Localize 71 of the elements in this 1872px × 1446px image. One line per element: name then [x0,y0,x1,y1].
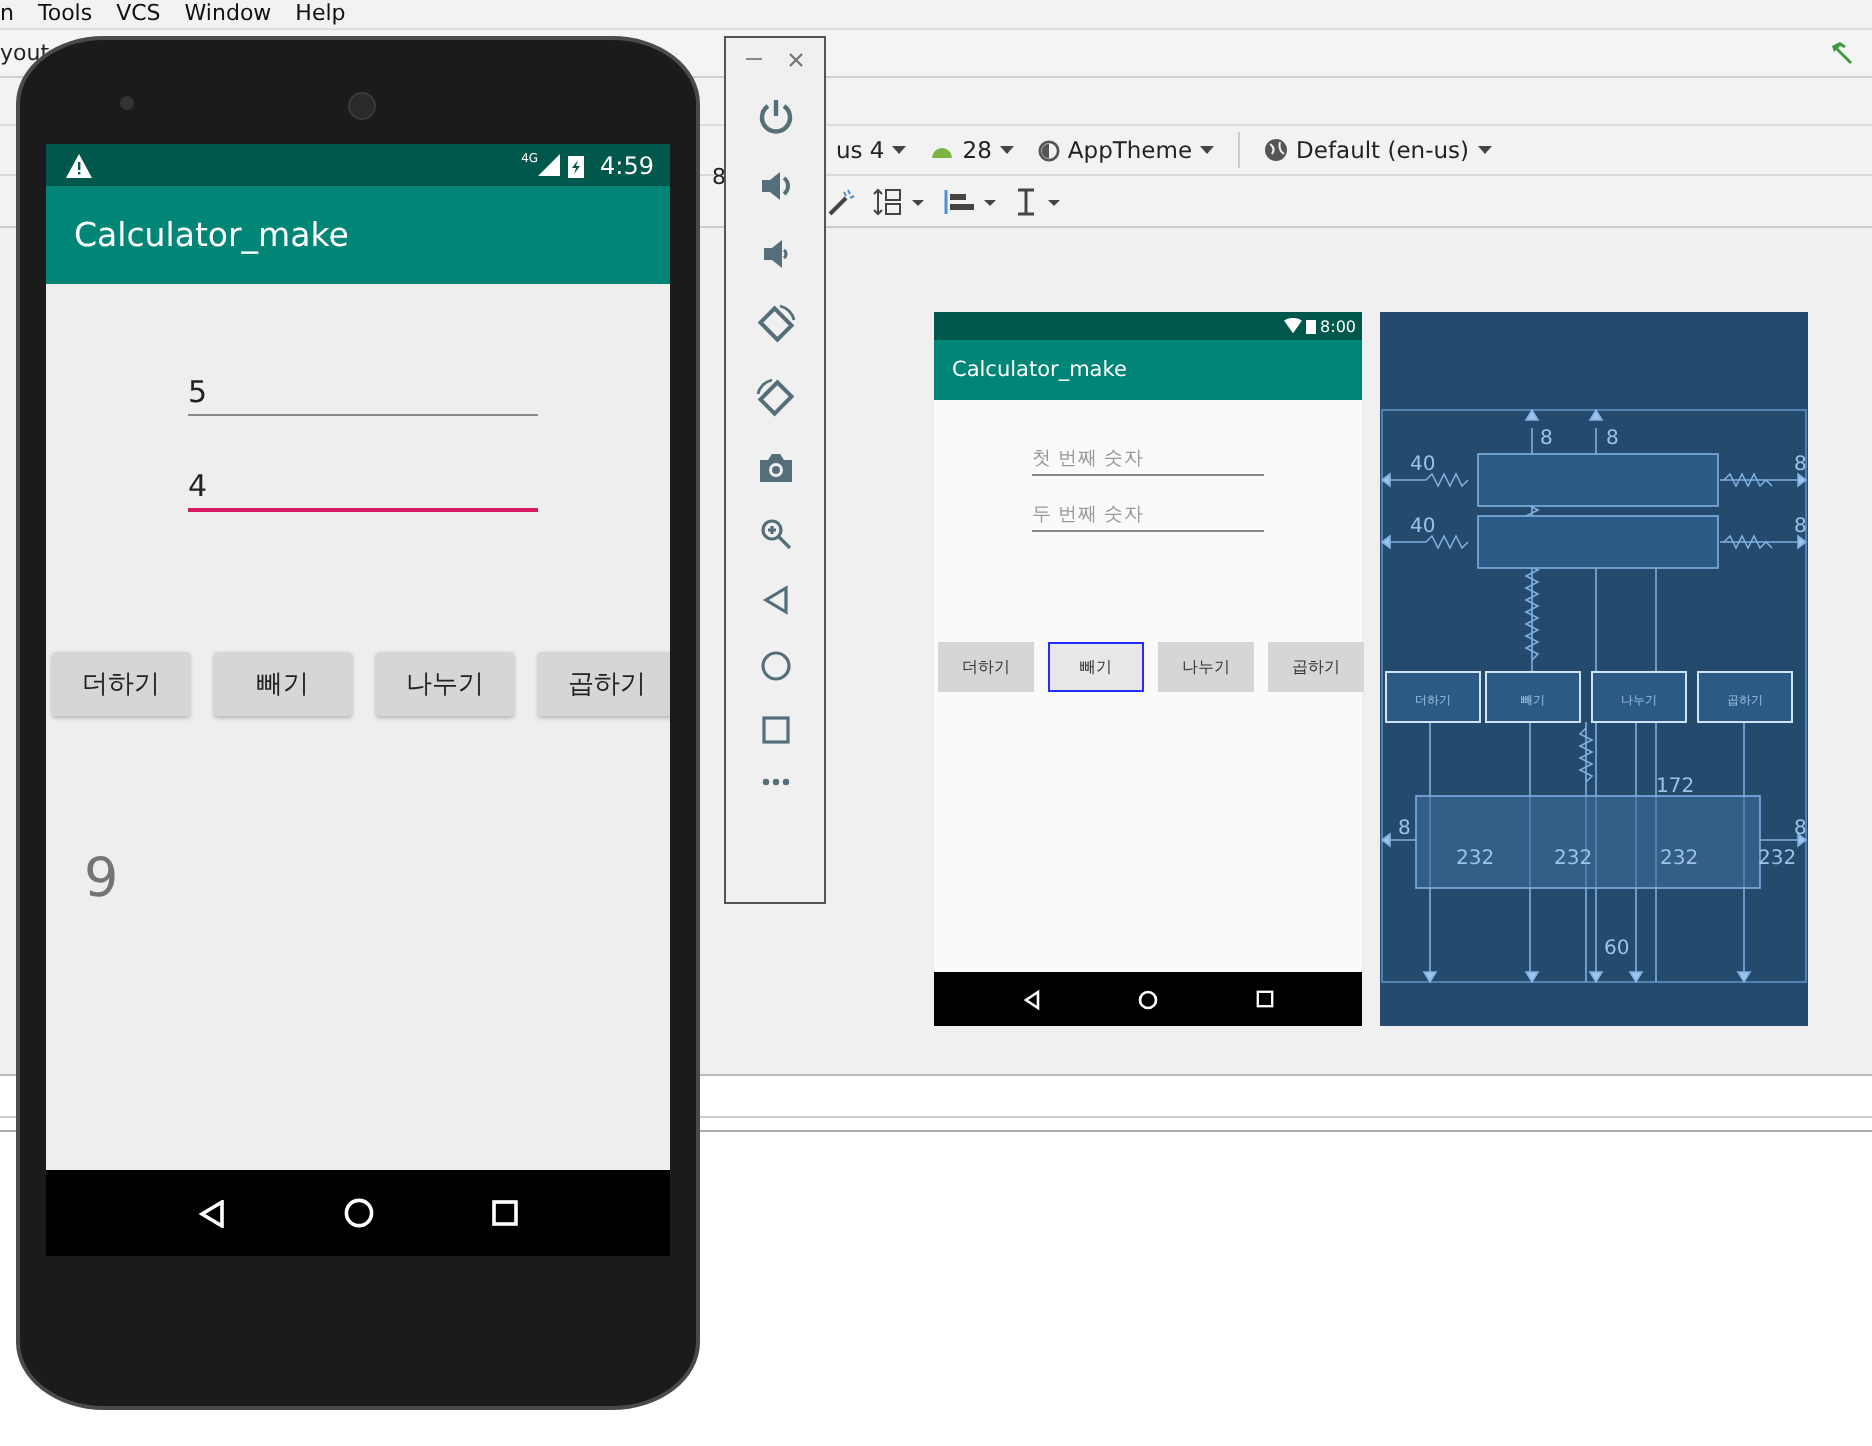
dimension-label: 60 [1604,938,1630,960]
dimension-label: 40 [1410,454,1436,476]
operation-button[interactable]: 곱하기 [538,652,670,716]
dimension-label: 232 [1554,848,1593,870]
caret-icon [1477,146,1491,154]
widget-outline[interactable] [1591,671,1687,723]
caret-icon [892,146,907,154]
menu-item[interactable]: Help [295,0,346,28]
hammer-icon[interactable] [1828,39,1856,67]
dimension-label: 232 [1456,848,1495,870]
wifi-icon [1284,318,1303,334]
api-dropdown[interactable]: 28 [930,136,1014,164]
operation-button[interactable]: 더하기 [938,642,1034,692]
operation-button[interactable]: 나누기 [376,652,514,716]
margin-icon[interactable] [1016,187,1064,215]
sensor-icon [120,96,134,110]
operation-button[interactable]: 곱하기 [1268,642,1364,692]
dimension-label: 8 [1794,818,1807,840]
dimension-label: 8 [1794,516,1807,538]
app-title: Calculator_make [952,358,1127,382]
number-field[interactable]: 4 [188,468,538,512]
operation-button[interactable]: 빼기 [1048,642,1144,692]
volume-up-icon[interactable] [757,168,793,204]
device-dropdown[interactable]: us 4 [836,136,907,164]
theme-icon [1037,139,1060,161]
operation-button[interactable]: 더하기 [52,652,190,716]
dimension-label: 8 [1398,818,1411,840]
dimension-label: 232 [1660,848,1699,870]
number-field[interactable]: 첫 번째 숫자 [1032,444,1264,476]
locale-dropdown[interactable]: Default (en-us) [1264,136,1491,164]
rotate-right-icon[interactable] [755,378,795,418]
caret-icon [1200,146,1215,154]
menu-item[interactable]: Tools [37,0,93,28]
dimension-label: 8 [1540,428,1553,450]
theme-dropdown[interactable]: AppTheme [1037,136,1215,164]
pack-icon[interactable] [872,187,928,215]
zoom-label: 8 [712,163,728,189]
widget-outline[interactable] [1485,671,1581,723]
dimension-label: 172 [1656,776,1695,798]
rotate-left-icon[interactable] [755,304,795,344]
globe-icon [1264,138,1289,162]
number-field[interactable]: 두 번째 숫자 [1032,500,1264,532]
widget-outline[interactable] [1385,671,1481,723]
camera-icon[interactable] [757,452,793,484]
battery-charging-icon [568,153,585,177]
menu-item[interactable]: n [0,0,14,28]
operation-button[interactable]: 나누기 [1158,642,1254,692]
minimize-icon[interactable] [746,58,762,62]
power-icon[interactable] [757,98,793,134]
status-time: 4:59 [600,151,654,179]
number-field[interactable]: 5 [188,374,538,416]
warning-icon [66,153,92,177]
close-icon[interactable] [788,52,804,68]
battery-icon [1306,318,1317,334]
menu-item[interactable]: VCS [116,0,161,28]
align-icon[interactable] [944,187,1000,215]
widget-outline[interactable] [1697,671,1793,723]
dimension-label: 8 [1794,454,1807,476]
status-time: 8:00 [1320,317,1356,335]
dimension-label: 8 [1606,428,1619,450]
result-text: 9 [84,848,121,910]
app-title: Calculator_make [74,216,349,254]
caret-icon [999,146,1014,154]
menu-item[interactable]: Window [184,0,272,28]
magic-wand-icon[interactable] [828,187,856,215]
more-icon[interactable] [761,778,789,786]
volume-down-icon[interactable] [761,238,789,270]
dimension-label: 40 [1410,516,1436,538]
operation-button[interactable]: 빼기 [214,652,352,716]
zoom-icon[interactable] [759,518,791,550]
front-camera-icon [348,92,376,120]
